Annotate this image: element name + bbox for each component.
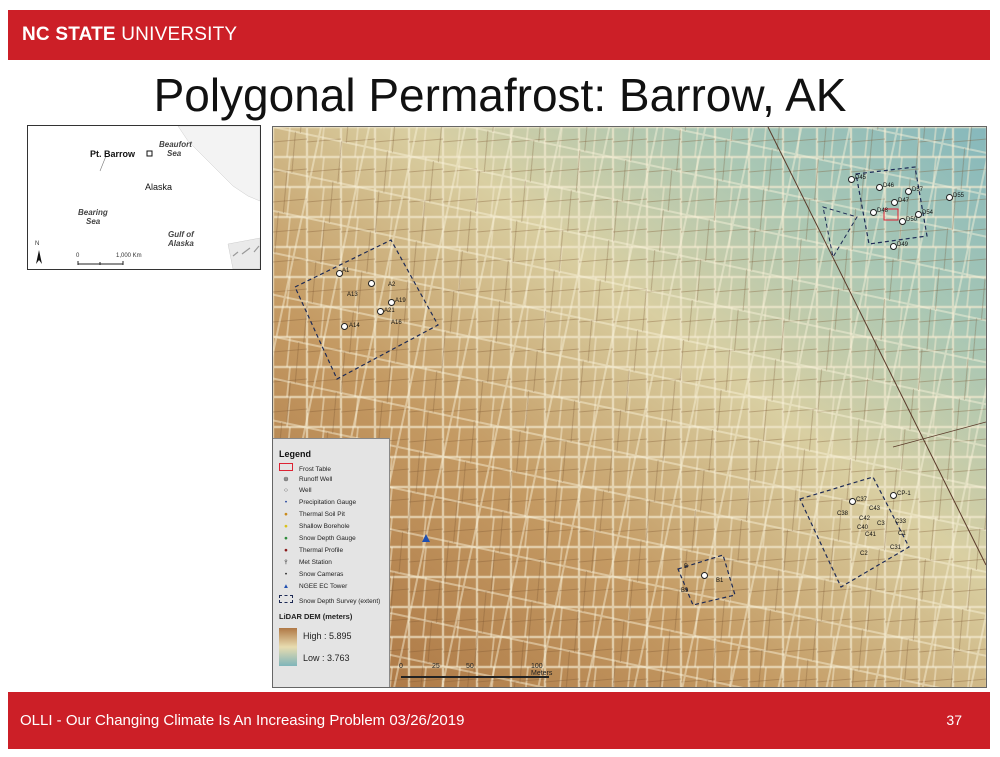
label-b1: B1 <box>716 578 724 584</box>
label-a2: A2 <box>388 282 396 288</box>
label-b: B <box>684 564 689 570</box>
site-a2-well <box>368 280 375 287</box>
legend-title: Legend <box>279 449 312 459</box>
label-a14: A14 <box>349 323 360 329</box>
legend-item-precip-gauge: • Precipitation Gauge <box>284 499 357 506</box>
north-arrow-icon: N <box>35 241 40 247</box>
site-d46-well <box>876 184 883 191</box>
gulf-of-label: Gulf of <box>168 230 194 239</box>
label-c38: C38 <box>837 511 849 517</box>
label-c40: C40 <box>857 525 869 531</box>
label-c41: C41 <box>865 532 877 538</box>
site-cp1-well <box>890 492 897 499</box>
legend-item-snow-cameras: • Snow Cameras <box>284 571 344 578</box>
elevation-color-ramp <box>279 628 297 666</box>
legend-item-thermal-profile: ● Thermal Profile <box>284 547 344 554</box>
label-a1: A1 <box>342 268 350 274</box>
label-d54: D54 <box>922 210 934 216</box>
site-d45-well <box>848 176 855 183</box>
sea-label-1: Sea <box>167 149 182 158</box>
scale-tick-0: 0 <box>399 663 403 670</box>
label-c33: C33 <box>895 519 907 525</box>
legend-item-thermal-soil-pit: ● Thermal Soil Pit <box>284 511 345 518</box>
label-cp1: CP-1 <box>897 491 911 497</box>
site-d57-well <box>905 188 912 195</box>
site-d50-well <box>899 218 906 225</box>
label-a13: A13 <box>347 292 358 298</box>
scale-tick-25: 25 <box>432 663 440 670</box>
header-bar: NC STATE UNIVERSITY <box>8 10 990 60</box>
label-c2: C2 <box>860 551 868 557</box>
slide-title: Polygonal Permafrost: Barrow, AK <box>153 69 847 121</box>
label-d50: D50 <box>906 217 918 223</box>
alaska-inset-map: Pt. Barrow Beaufort Sea Alaska Bearing S… <box>27 125 261 270</box>
label-c31: C31 <box>890 545 902 551</box>
legend-item-runoff-well: ⊛ Runoff Well <box>283 476 333 483</box>
site-d49-well <box>890 243 897 250</box>
label-a19: A19 <box>395 298 406 304</box>
label-a21: A21 <box>384 308 395 314</box>
site-a19-well <box>388 299 395 306</box>
legend-item-frost-table: Frost Table <box>279 463 331 473</box>
label-c37: C37 <box>856 497 868 503</box>
label-a16: A16 <box>391 320 402 326</box>
sea-label-2: Sea <box>86 217 101 226</box>
site-d55-well <box>946 194 953 201</box>
legend-item-snow-depth-gauge: ● Snow Depth Gauge <box>284 535 356 542</box>
label-d47: D47 <box>898 198 910 204</box>
footer-text: OLLI - Our Changing Climate Is An Increa… <box>20 712 465 729</box>
map-scale-bar: 0 25 50 100 Meters <box>399 663 553 681</box>
label-c3: C3 <box>877 521 885 527</box>
gulf-alaska-label: Alaska <box>168 239 194 248</box>
scale-tick-50: 50 <box>466 663 474 670</box>
label-d49: D49 <box>897 242 909 248</box>
label-c1: C1 <box>898 531 906 537</box>
label-d46: D46 <box>883 183 895 189</box>
label-c43: C43 <box>869 506 881 512</box>
site-a14-well <box>341 323 348 330</box>
label-d55: D55 <box>953 193 965 199</box>
bearing-label: Bearing <box>78 208 108 217</box>
lidar-dem-title: LiDAR DEM (meters) <box>279 612 353 621</box>
alaska-label: Alaska <box>145 182 173 192</box>
label-d57: D57 <box>912 187 924 193</box>
lidar-dem-map: A1 A2 A13 A19 A21 A14 A16 D45 D46 D57 D5… <box>272 126 987 688</box>
university-logo: NC STATE UNIVERSITY <box>22 24 238 45</box>
pt-barrow-label: Pt. Barrow <box>90 149 136 159</box>
label-d48: D48 <box>877 208 889 214</box>
legend-item-met-station: ⫯ Met Station <box>284 559 332 566</box>
label-c42: C42 <box>859 516 871 522</box>
label-b9: B9 <box>681 588 689 594</box>
elevation-low: Low : 3.763 <box>303 653 350 663</box>
map-legend: Legend Frost Table ⊛ Runoff Well ○ Well • P… <box>273 438 390 687</box>
site-b-well <box>701 572 708 579</box>
label-d45: D45 <box>855 175 867 181</box>
site-c37-well <box>849 498 856 505</box>
site-d48-well <box>870 209 877 216</box>
site-a21-well <box>377 308 384 315</box>
elevation-high: High : 5.895 <box>303 631 352 641</box>
beaufort-label: Beaufort <box>159 140 192 149</box>
legend-item-well: ○ Well <box>284 487 312 494</box>
legend-item-shallow-borehole: ● Shallow Borehole <box>284 523 350 530</box>
scale-zero-label: 0 <box>76 253 80 259</box>
legend-item-snow-survey: Snow Depth Survey (extent) <box>279 595 380 605</box>
site-d47-well <box>891 199 898 206</box>
legend-item-ngee-tower: ▲ NGEE EC Tower <box>282 583 348 590</box>
footer-bar: OLLI - Our Changing Climate Is An Increa… <box>8 692 990 749</box>
page-number: 37 <box>946 712 962 728</box>
scale-km-label: 1,000 Km <box>116 253 142 259</box>
scale-tick-100: 100 Meters <box>531 663 553 677</box>
